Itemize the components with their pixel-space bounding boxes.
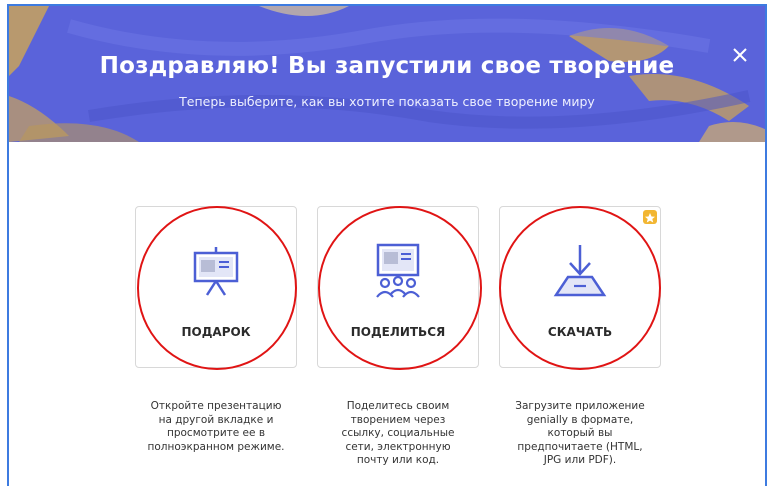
close-icon (733, 48, 747, 62)
close-button[interactable] (729, 44, 751, 66)
dialog-title: Поздравляю! Вы запустили свое творение (99, 53, 675, 79)
option-label-gift: ПОДАРОК (181, 325, 251, 339)
option-description-gift: Откройте презентацию на другой вкладке и… (147, 400, 285, 453)
option-description-share: Поделитесь своим творением через ссылку,… (341, 400, 455, 466)
option-label-share: ПОДЕЛИТЬСЯ (350, 325, 446, 339)
presentation-board-icon (191, 243, 241, 303)
download-icon (552, 243, 608, 303)
option-description-download: Загрузите приложение genially в формате,… (515, 400, 645, 466)
share-people-icon (371, 243, 425, 303)
option-card-download[interactable]: СКАЧАТЬ (499, 206, 661, 368)
dialog-subtitle: Теперь выберите, как вы хотите показать … (179, 94, 595, 109)
dialog-banner: Поздравляю! Вы запустили свое творение Т… (9, 6, 765, 142)
premium-star-icon (643, 210, 657, 224)
option-label-download: СКАЧАТЬ (547, 325, 613, 339)
option-card-share[interactable]: ПОДЕЛИТЬСЯ (317, 206, 479, 368)
option-card-gift[interactable]: ПОДАРОК (135, 206, 297, 368)
present-dialog: Поздравляю! Вы запустили свое творение Т… (7, 4, 767, 486)
